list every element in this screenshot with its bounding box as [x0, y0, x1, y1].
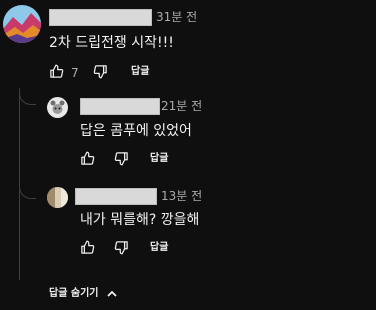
comment-timestamp[interactable]: 31분 전 [156, 10, 197, 24]
chevron-up-icon [106, 288, 118, 300]
hide-replies-label: 답글 숨기기 [49, 288, 99, 299]
hide-replies-button[interactable]: 답글 숨기기 [49, 286, 118, 302]
comment-text: 2차 드립전쟁 시작!!! [49, 35, 174, 51]
reply-button[interactable]: 답글 [150, 242, 168, 254]
reply-button[interactable]: 답글 [150, 153, 168, 165]
like-count: 7 [71, 66, 79, 80]
reply-avatar[interactable] [47, 187, 68, 208]
dislike-icon[interactable] [93, 64, 108, 79]
dislike-icon[interactable] [114, 151, 129, 166]
reply-avatar[interactable] [47, 97, 68, 118]
like-icon[interactable] [80, 240, 95, 255]
reply-timestamp[interactable]: 21분 전 [161, 99, 202, 113]
reply-author-redacted[interactable] [80, 98, 160, 115]
reply-text: 내가 뭐를해? 깡을해 [80, 212, 200, 228]
thread-branch-2 [19, 182, 36, 199]
reply-button[interactable]: 답글 [131, 66, 149, 78]
reply-author-redacted[interactable] [75, 188, 157, 205]
reply-text: 답은 콤푸에 있었어 [80, 123, 192, 139]
dislike-icon[interactable] [114, 240, 129, 255]
thread-branch-1 [19, 88, 36, 105]
commenter-avatar[interactable] [3, 5, 41, 43]
reply-timestamp[interactable]: 13분 전 [161, 189, 202, 203]
like-icon[interactable] [49, 64, 64, 79]
like-icon[interactable] [80, 151, 95, 166]
commenter-name-redacted[interactable] [49, 9, 152, 26]
